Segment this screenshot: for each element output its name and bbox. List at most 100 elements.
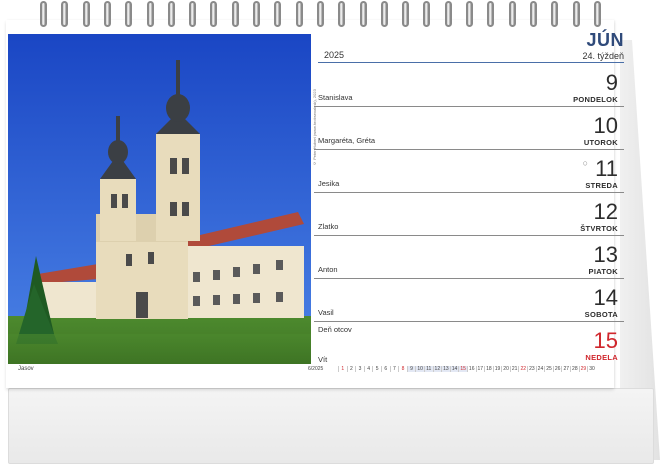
nameday-text: Deň otcov <box>318 325 352 334</box>
mini-day: 12 <box>432 366 442 372</box>
church-illustration <box>8 34 311 364</box>
spiral-ring <box>274 1 282 27</box>
year-label: 2025 <box>324 50 345 60</box>
spiral-ring <box>572 1 580 27</box>
weekday-label: ŠTVRTOK <box>580 224 618 233</box>
mini-day: 1 <box>338 366 347 372</box>
mini-day: 10 <box>415 366 424 372</box>
mini-day: 27 <box>561 366 570 372</box>
mini-day: 17 <box>475 366 485 372</box>
spiral-ring <box>146 1 154 27</box>
day-name-days: Jesika <box>318 178 339 189</box>
spiral-ring <box>402 1 410 27</box>
day-row: Stanislava 9 PONDELOK <box>304 64 624 107</box>
spiral-ring <box>82 1 90 27</box>
spiral-ring <box>189 1 197 27</box>
mini-day: 25 <box>544 366 553 372</box>
mini-day: 22 <box>518 366 527 372</box>
spiral-ring <box>593 1 601 27</box>
spiral-ring <box>253 1 260 27</box>
spiral-ring <box>359 1 367 27</box>
photo-caption: Jasov <box>18 366 34 372</box>
weekday-label: NEDELA <box>585 353 618 362</box>
mini-day: 4 <box>363 366 373 372</box>
spiral-ring <box>125 1 133 27</box>
spiral-ring <box>231 1 239 27</box>
mini-day: 6 <box>380 366 390 372</box>
spiral-ring <box>103 1 111 27</box>
mini-day: 7 <box>389 366 399 372</box>
spiral-ring <box>40 1 47 27</box>
month-title: JÚN <box>586 30 624 50</box>
nameday-text: Margaréta, Gréta <box>318 136 376 145</box>
mini-day: 13 <box>441 366 450 372</box>
day-name-days: Anton <box>318 264 338 275</box>
mini-day: 20 <box>501 366 510 372</box>
spiral-ring <box>487 1 495 27</box>
mini-month-label: 6/2025 <box>308 366 324 372</box>
spiral-ring <box>551 1 559 27</box>
mini-day: 14 <box>449 366 459 372</box>
day-row: Vasil 14 SOBOTA <box>304 279 624 322</box>
day-row: Margaréta, Gréta 10 UTOROK <box>304 107 624 150</box>
nameday-text: Anton <box>318 265 338 274</box>
mini-day: 23 <box>527 366 536 372</box>
spiral-ring <box>423 1 431 27</box>
mini-day: 28 <box>570 366 579 372</box>
spiral-ring <box>61 1 69 27</box>
spiral-ring <box>338 1 346 27</box>
mini-day: 30 <box>587 366 596 372</box>
mini-day: 16 <box>466 366 476 372</box>
day-name-days: Zlatko <box>318 221 338 232</box>
mini-day: 11 <box>423 366 433 372</box>
spiral-ring <box>210 1 218 27</box>
mini-day: 29 <box>578 366 588 372</box>
spiral-ring <box>295 1 303 27</box>
mini-day: 19 <box>492 366 502 372</box>
day-row: Zlatko 12 ŠTVRTOK <box>304 193 624 236</box>
day-number: 15 <box>593 328 618 353</box>
weekday-label: STREDA <box>585 181 618 190</box>
day-name-days: Vasil <box>318 307 334 318</box>
week-number: 24. týždeň <box>582 51 624 61</box>
day-number: 14 <box>593 285 618 310</box>
mini-day: 2 <box>346 366 356 372</box>
day-row: Anton 13 PIATOK <box>304 236 624 279</box>
nameday-text: Jesika <box>318 179 340 188</box>
mini-month-strip: 6/2025 1 2 3 4 5 6 7 8 9 10 11 12 13 14 15 16 17 18 19 20 21… <box>304 364 610 374</box>
day-number: 11 <box>595 156 618 181</box>
church-photo <box>8 34 311 364</box>
mini-day: 26 <box>552 366 562 372</box>
mini-day: 8 <box>398 366 407 372</box>
weekday-label: PIATOK <box>588 267 618 276</box>
day-row: Jesika 11 STREDA ○ <box>304 150 624 193</box>
spiral-ring <box>466 1 473 27</box>
full-moon-icon: ○ <box>582 158 588 168</box>
nameday-text: Stanislava <box>318 93 353 102</box>
spiral-ring <box>167 1 175 27</box>
mini-day: 24 <box>535 366 545 372</box>
day-number: 10 <box>593 113 618 138</box>
day-number: 13 <box>593 242 618 267</box>
mini-day: 9 <box>406 366 416 372</box>
spiral-ring <box>444 1 452 27</box>
day-name-days: Deň otcov Vít <box>318 324 352 365</box>
nameday-text: Vasil <box>318 308 334 317</box>
spiral-ring <box>316 1 324 27</box>
spiral-ring <box>508 1 516 27</box>
spiral-ring <box>529 1 537 27</box>
weekday-label: SOBOTA <box>584 310 618 319</box>
day-name-days: Margaréta, Gréta <box>318 135 375 146</box>
mini-day: 5 <box>372 366 381 372</box>
nameday-text: Zlatko <box>318 222 339 231</box>
mini-day: 15 <box>458 366 467 372</box>
day-number: 12 <box>593 199 618 224</box>
day-number: 9 <box>605 70 618 95</box>
spiral-binding <box>40 0 620 30</box>
weekday-label: PONDELOK <box>573 95 618 104</box>
calendar-stand-base <box>8 388 654 464</box>
mini-day: 21 <box>509 366 519 372</box>
mini-day: 18 <box>484 366 493 372</box>
mini-day: 3 <box>355 366 364 372</box>
weekday-label: UTOROK <box>583 138 618 147</box>
